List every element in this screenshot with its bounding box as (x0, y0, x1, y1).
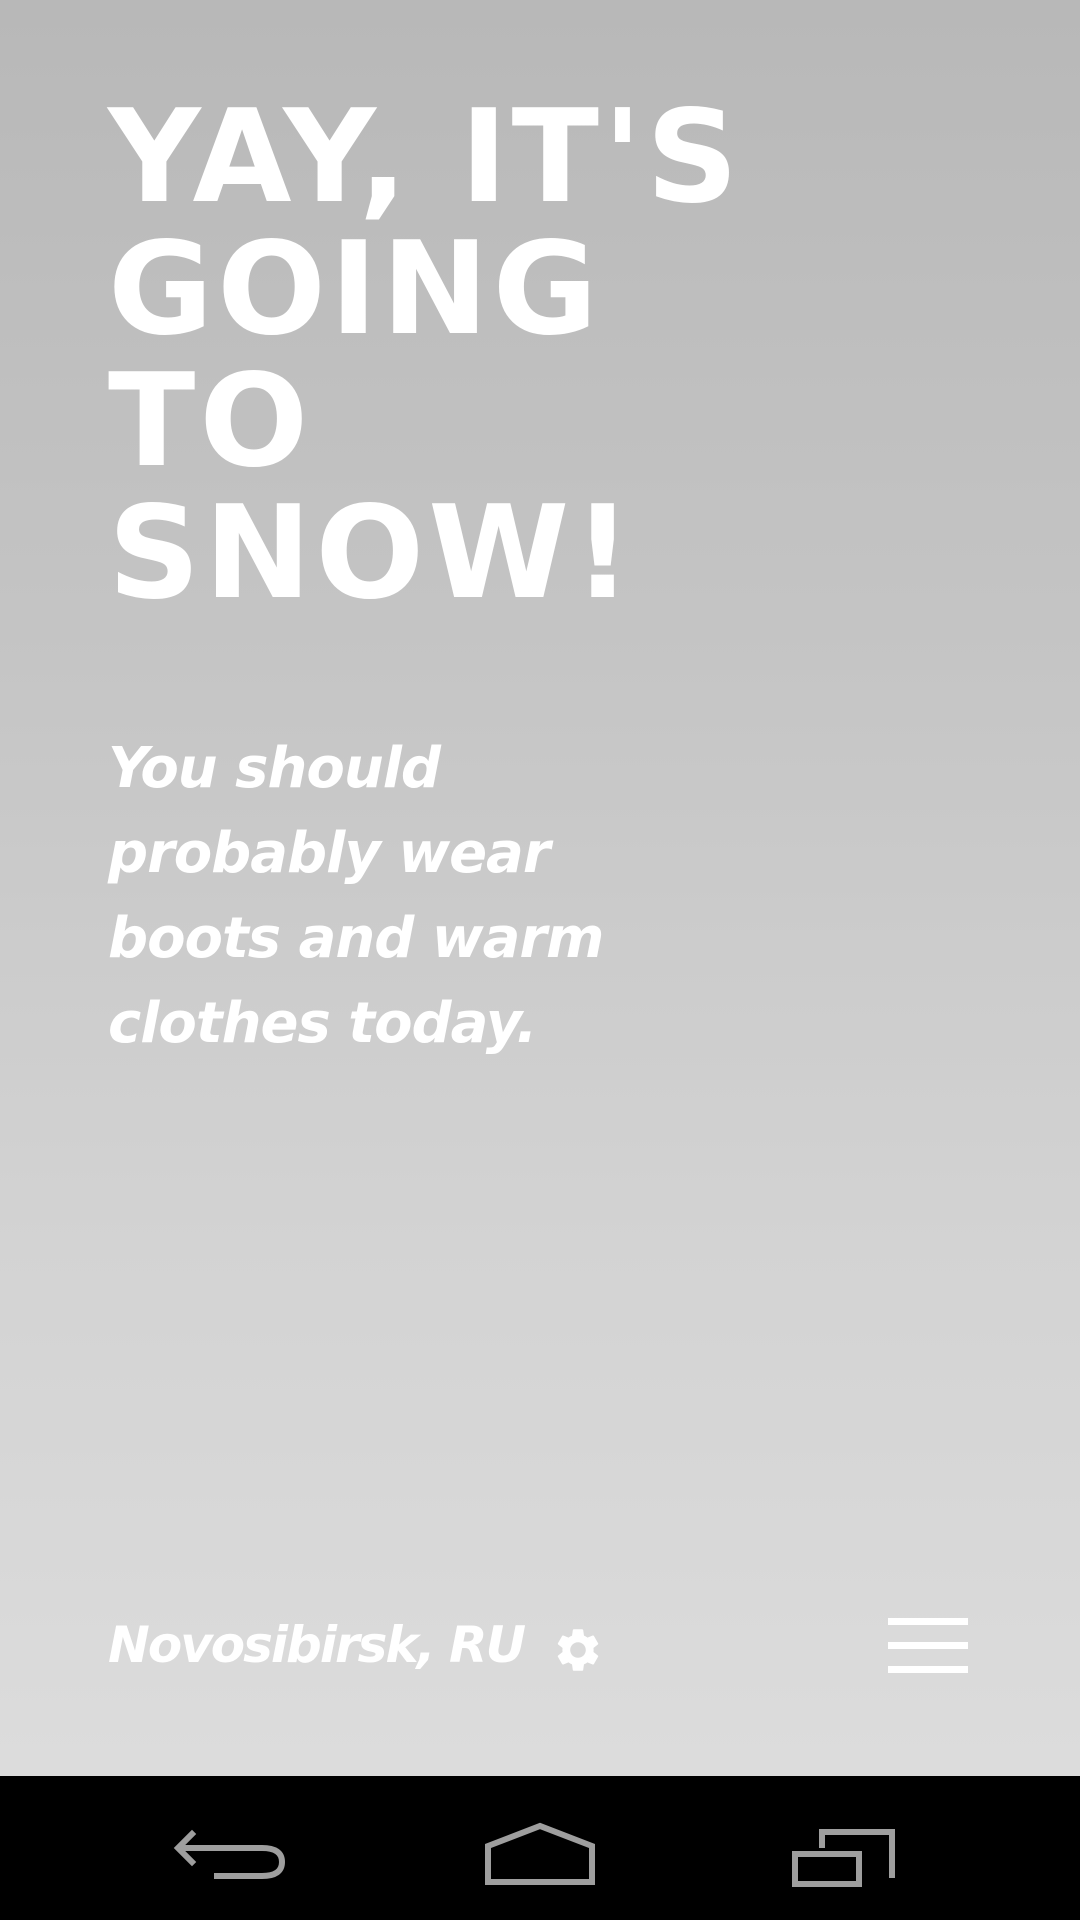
home-icon (485, 1822, 595, 1885)
recents-button[interactable] (774, 1798, 914, 1898)
weather-screen: YAY, IT'S GOING TO SNOW! You should prob… (0, 0, 1080, 1776)
home-button[interactable] (470, 1798, 610, 1898)
menu-line (888, 1666, 968, 1673)
location-label[interactable]: Novosibirsk, RU (108, 1616, 526, 1674)
recents-icon (792, 1829, 895, 1887)
weather-headline: YAY, IT'S GOING TO SNOW! (108, 83, 743, 628)
menu-line (888, 1618, 968, 1625)
location-row: Novosibirsk, RU (108, 1610, 604, 1680)
gear-icon[interactable] (552, 1624, 604, 1676)
system-navigation-bar (0, 1776, 1080, 1920)
hamburger-menu-icon[interactable] (886, 1612, 970, 1682)
weather-advice: You should probably wear boots and warm … (108, 736, 604, 1056)
menu-line (888, 1642, 968, 1649)
back-button[interactable] (170, 1798, 310, 1898)
back-icon (173, 1829, 286, 1879)
